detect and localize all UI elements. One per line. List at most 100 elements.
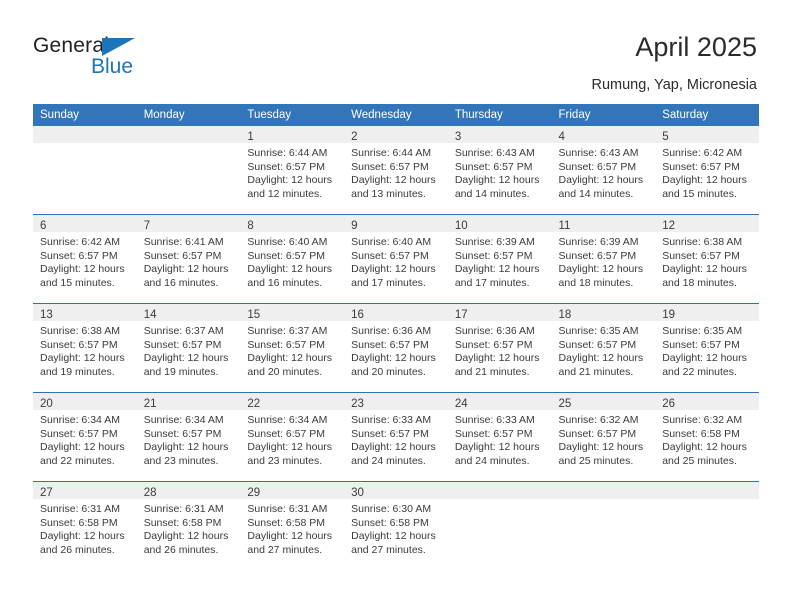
- brand-logo[interactable]: General Blue: [33, 34, 163, 84]
- weekday-header-friday: Friday: [551, 104, 656, 126]
- calendar-day-cell[interactable]: 14 Sunrise: 6:37 AM Sunset: 6:57 PM Dayligh…: [136, 303, 241, 393]
- daylight-text-line2: and 19 minutes.: [143, 365, 219, 378]
- calendar-day-cell[interactable]: 8 Sunrise: 6:40 AM Sunset: 6:57 PM Daylight…: [240, 214, 345, 304]
- daylight-text-line1: Daylight: 12 hours: [143, 352, 229, 365]
- day-number: 7: [143, 220, 151, 232]
- daylight-text-line1: Daylight: 12 hours: [662, 174, 747, 187]
- day-number-band: 20: [33, 393, 137, 410]
- daylight-text-line2: and 13 minutes.: [351, 187, 426, 200]
- calendar-day-cell[interactable]: 23 Sunrise: 6:33 AM Sunset: 6:57 PM Dayligh…: [344, 392, 448, 482]
- day-number-band: 27: [33, 482, 137, 499]
- daylight-text-line2: and 14 minutes.: [454, 187, 530, 200]
- sunset-text: Sunset: 6:57 PM: [558, 160, 637, 173]
- calendar-day-cell[interactable]: 10 Sunrise: 6:39 AM Sunset: 6:57 PM Dayligh…: [447, 214, 552, 304]
- daylight-text-line2: and 24 minutes.: [454, 454, 530, 467]
- sunset-text: Sunset: 6:57 PM: [351, 338, 429, 351]
- sunrise-text: Sunrise: 6:40 AM: [247, 236, 328, 248]
- day-number-band: [136, 126, 241, 143]
- day-number-band: 9: [344, 215, 448, 232]
- day-details: Sunrise: 6:35 AM Sunset: 6:57 PM Daylight:…: [655, 321, 759, 379]
- calendar-day-cell[interactable]: 7 Sunrise: 6:41 AM Sunset: 6:57 PM Daylight…: [136, 214, 241, 304]
- daylight-text-line2: and 20 minutes.: [247, 365, 323, 378]
- sunset-text: Sunset: 6:57 PM: [40, 427, 118, 440]
- sunrise-text: Sunrise: 6:41 AM: [143, 236, 224, 248]
- sunrise-text: Sunrise: 6:39 AM: [454, 236, 535, 248]
- calendar-day-cell[interactable]: 12 Sunrise: 6:38 AM Sunset: 6:57 PM Dayligh…: [655, 214, 759, 304]
- calendar-day-cell[interactable]: 27 Sunrise: 6:31 AM Sunset: 6:58 PM Dayligh…: [33, 481, 137, 570]
- daylight-text-line2: and 17 minutes.: [454, 276, 530, 289]
- sunrise-text: Sunrise: 6:30 AM: [351, 503, 432, 515]
- day-details: Sunrise: 6:35 AM Sunset: 6:57 PM Daylight:…: [552, 321, 656, 379]
- sunset-text: Sunset: 6:57 PM: [247, 160, 326, 173]
- weekday-header-row: Sunday Monday Tuesday Wednesday Thursday…: [33, 104, 759, 126]
- sunrise-text: Sunrise: 6:31 AM: [40, 503, 120, 515]
- calendar-day-cell[interactable]: 29 Sunrise: 6:31 AM Sunset: 6:58 PM Dayligh…: [240, 481, 345, 570]
- day-details: Sunrise: 6:37 AM Sunset: 6:57 PM Daylight:…: [137, 321, 241, 379]
- calendar-day-cell[interactable]: 15 Sunrise: 6:37 AM Sunset: 6:57 PM Dayligh…: [240, 303, 345, 393]
- calendar-day-cell[interactable]: 2 Sunrise: 6:44 AM Sunset: 6:57 PM Daylight…: [344, 126, 448, 215]
- calendar-day-cell[interactable]: 28 Sunrise: 6:31 AM Sunset: 6:58 PM Dayligh…: [136, 481, 241, 570]
- calendar-day-cell[interactable]: 25 Sunrise: 6:32 AM Sunset: 6:57 PM Dayligh…: [551, 392, 656, 482]
- day-number: 17: [454, 309, 468, 321]
- daylight-text-line1: Daylight: 12 hours: [247, 263, 333, 276]
- calendar-day-cell[interactable]: 26 Sunrise: 6:32 AM Sunset: 6:58 PM Dayligh…: [655, 392, 759, 482]
- day-number: 11: [558, 220, 571, 232]
- day-number-band: [447, 482, 552, 499]
- calendar-day-cell[interactable]: 24 Sunrise: 6:33 AM Sunset: 6:57 PM Dayligh…: [447, 392, 552, 482]
- calendar-day-cell[interactable]: 6 Sunrise: 6:42 AM Sunset: 6:57 PM Daylight…: [33, 214, 137, 304]
- sunset-text: Sunset: 6:58 PM: [40, 516, 118, 529]
- calendar-day-cell[interactable]: 16 Sunrise: 6:36 AM Sunset: 6:57 PM Dayligh…: [344, 303, 448, 393]
- calendar-day-cell[interactable]: 3 Sunrise: 6:43 AM Sunset: 6:57 PM Daylight…: [447, 126, 552, 215]
- sunrise-text: Sunrise: 6:36 AM: [351, 325, 432, 337]
- calendar-day-cell[interactable]: 22 Sunrise: 6:34 AM Sunset: 6:57 PM Dayligh…: [240, 392, 345, 482]
- day-number-band: 16: [344, 304, 448, 321]
- page-header: General Blue April 2025 Rumung, Yap, Mic…: [0, 0, 792, 100]
- calendar-day-cell[interactable]: 19 Sunrise: 6:35 AM Sunset: 6:57 PM Dayligh…: [655, 303, 759, 393]
- day-number: 27: [40, 487, 53, 499]
- day-number-band: 28: [136, 482, 241, 499]
- calendar-day-cell[interactable]: 20 Sunrise: 6:34 AM Sunset: 6:57 PM Dayligh…: [33, 392, 137, 482]
- daylight-text-line1: Daylight: 12 hours: [247, 174, 333, 187]
- day-number: 4: [558, 131, 565, 143]
- day-details: Sunrise: 6:34 AM Sunset: 6:57 PM Daylight:…: [240, 410, 344, 468]
- day-number-band: 29: [240, 482, 345, 499]
- sunset-text: Sunset: 6:57 PM: [454, 338, 533, 351]
- calendar-day-cell-empty: [33, 126, 137, 215]
- daylight-text-line1: Daylight: 12 hours: [40, 530, 125, 543]
- day-number-band: 22: [240, 393, 345, 410]
- sunrise-text: Sunrise: 6:37 AM: [247, 325, 328, 337]
- day-details: Sunrise: 6:40 AM Sunset: 6:57 PM Daylight:…: [240, 232, 344, 290]
- calendar-day-cell[interactable]: 5 Sunrise: 6:42 AM Sunset: 6:57 PM Daylight…: [655, 126, 759, 215]
- calendar-day-cell[interactable]: 11 Sunrise: 6:39 AM Sunset: 6:57 PM Dayligh…: [551, 214, 656, 304]
- calendar-day-cell[interactable]: 21 Sunrise: 6:34 AM Sunset: 6:57 PM Dayligh…: [136, 392, 241, 482]
- daylight-text-line1: Daylight: 12 hours: [351, 441, 436, 454]
- daylight-text-line2: and 23 minutes.: [247, 454, 323, 467]
- calendar-day-cell[interactable]: 18 Sunrise: 6:35 AM Sunset: 6:57 PM Dayligh…: [551, 303, 656, 393]
- day-number-band: 6: [33, 215, 137, 232]
- day-number-band: 4: [551, 126, 656, 143]
- day-details: Sunrise: 6:34 AM Sunset: 6:57 PM Daylight:…: [33, 410, 137, 468]
- daylight-text-line2: and 25 minutes.: [662, 454, 737, 467]
- daylight-text-line2: and 15 minutes.: [662, 187, 737, 200]
- day-number: 8: [247, 220, 254, 232]
- calendar-day-cell[interactable]: 4 Sunrise: 6:43 AM Sunset: 6:57 PM Daylight…: [551, 126, 656, 215]
- calendar-day-cell[interactable]: 30 Sunrise: 6:30 AM Sunset: 6:58 PM Dayligh…: [344, 481, 448, 570]
- sunset-text: Sunset: 6:57 PM: [247, 338, 326, 351]
- daylight-text-line2: and 26 minutes.: [143, 543, 219, 556]
- calendar-day-cell[interactable]: 13 Sunrise: 6:38 AM Sunset: 6:57 PM Dayligh…: [33, 303, 137, 393]
- daylight-text-line2: and 17 minutes.: [351, 276, 426, 289]
- day-number: 20: [40, 398, 53, 410]
- sunset-text: Sunset: 6:57 PM: [40, 249, 118, 262]
- sunset-text: Sunset: 6:58 PM: [247, 516, 326, 529]
- day-number-band: 3: [447, 126, 552, 143]
- calendar-day-cell[interactable]: 17 Sunrise: 6:36 AM Sunset: 6:57 PM Dayligh…: [447, 303, 552, 393]
- calendar-day-cell[interactable]: 1 Sunrise: 6:44 AM Sunset: 6:57 PM Daylight…: [240, 126, 345, 215]
- weekday-header-wednesday: Wednesday: [344, 104, 448, 126]
- sunrise-text: Sunrise: 6:32 AM: [662, 414, 743, 426]
- day-number: 13: [40, 309, 53, 321]
- day-details: Sunrise: 6:32 AM Sunset: 6:58 PM Daylight:…: [655, 410, 759, 468]
- day-number-band: 17: [447, 304, 552, 321]
- sunrise-text: Sunrise: 6:44 AM: [247, 147, 328, 159]
- sunset-text: Sunset: 6:57 PM: [558, 249, 637, 262]
- calendar-day-cell[interactable]: 9 Sunrise: 6:40 AM Sunset: 6:57 PM Daylight…: [344, 214, 448, 304]
